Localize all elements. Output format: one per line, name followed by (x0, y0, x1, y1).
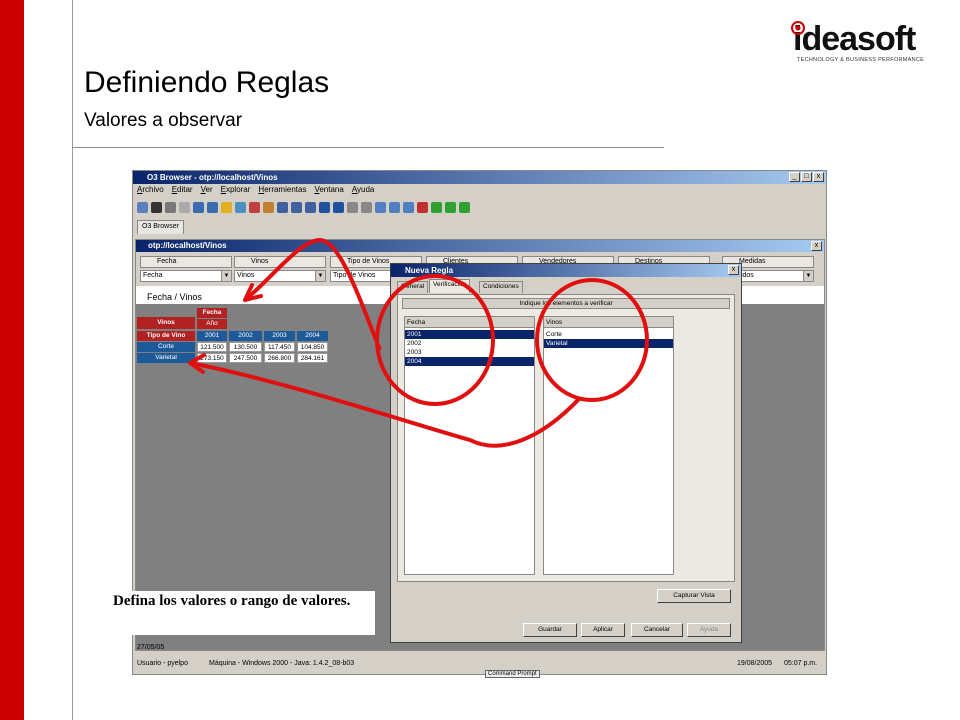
annotation-arrow-to-fecha (243, 237, 382, 351)
annotation-overlay (188, 237, 649, 448)
annotation-circle-vinos (535, 278, 649, 402)
annotation-circle-fecha (375, 274, 495, 406)
